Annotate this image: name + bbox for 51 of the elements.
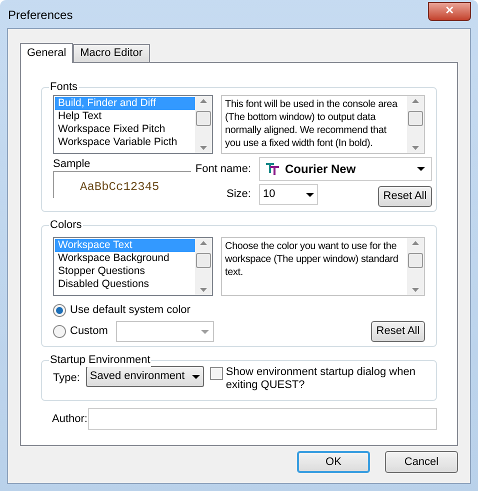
font-name-dropdown[interactable]: Courier New xyxy=(259,157,432,181)
scrollbar[interactable] xyxy=(195,238,212,295)
radio-button[interactable]: Use default system color xyxy=(53,302,190,319)
tab[interactable]: Macro Editor xyxy=(73,44,150,62)
size-dropdown[interactable]: 10 xyxy=(259,184,318,205)
caret-icon xyxy=(417,167,425,171)
scroll-down-icon[interactable] xyxy=(200,288,208,292)
color-dropdown[interactable] xyxy=(116,321,214,342)
truetype-icon xyxy=(266,163,279,175)
list-item[interactable]: Workspace Fixed Pitch xyxy=(55,123,196,136)
scrollbar[interactable] xyxy=(407,96,424,153)
scroll-up-icon[interactable] xyxy=(200,241,208,245)
scroll-down-icon[interactable] xyxy=(412,146,419,150)
tab[interactable]: General xyxy=(20,43,74,63)
description-text: Choose the color you want to use for the workspace (The upper window) standard text. xyxy=(225,240,400,279)
list-item[interactable]: Stopper Questions xyxy=(55,265,196,278)
scroll-up-icon[interactable] xyxy=(200,99,208,103)
field-label: Font name: xyxy=(194,162,252,177)
description-text: This font will be used in the console area (The bottom window) to output data normally aligned. We recommend that you use a fixed width font (In bold). xyxy=(225,98,398,150)
field-label: Type: xyxy=(53,371,80,386)
list-item[interactable]: Help Text xyxy=(55,110,196,123)
scroll-up-icon[interactable] xyxy=(412,99,419,103)
checkbox[interactable]: Show environment startup dialog when exiting QUEST? xyxy=(210,366,416,392)
author-field[interactable] xyxy=(88,408,437,430)
scroll-thumb[interactable] xyxy=(408,253,423,268)
dialog-button[interactable]: OK xyxy=(297,451,370,473)
reset-button[interactable]: Reset All xyxy=(378,186,432,207)
scroll-thumb[interactable] xyxy=(196,253,212,268)
caret-icon xyxy=(200,330,209,334)
scroll-thumb[interactable] xyxy=(408,111,423,126)
scroll-down-icon[interactable] xyxy=(200,146,208,150)
scrollbar[interactable] xyxy=(407,238,424,295)
type-dropdown[interactable]: Saved environment xyxy=(86,366,204,387)
reset-button[interactable]: Reset All xyxy=(371,321,425,342)
list-item[interactable]: Workspace Variable Picth xyxy=(55,136,196,149)
field-label: Author: xyxy=(51,412,88,427)
font-sample: AaBbCc12345 xyxy=(80,180,160,194)
dialog-button[interactable]: Cancel xyxy=(385,451,458,473)
list-item[interactable]: Disabled Questions xyxy=(55,278,196,291)
group-title: Startup Environment xyxy=(49,353,152,367)
scroll-down-icon[interactable] xyxy=(412,288,419,292)
scroll-thumb[interactable] xyxy=(196,111,212,126)
list-item[interactable]: Workspace Background xyxy=(55,252,196,265)
scroll-up-icon[interactable] xyxy=(412,241,419,245)
window-title: Preferences xyxy=(8,7,73,24)
caret-icon xyxy=(192,374,200,378)
radio-button[interactable]: Custom xyxy=(53,323,108,340)
field-label: Size: xyxy=(226,187,252,202)
scrollbar[interactable] xyxy=(195,96,212,153)
caret-icon xyxy=(306,192,314,196)
sample-label: Sample xyxy=(53,157,191,172)
